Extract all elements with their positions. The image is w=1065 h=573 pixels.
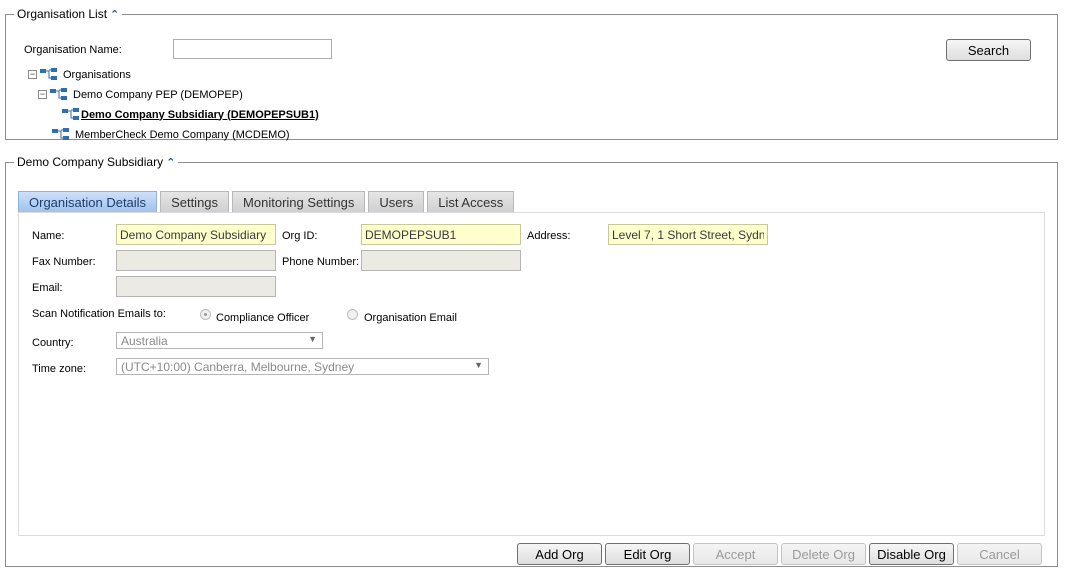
email-label: Email:: [32, 282, 63, 294]
organisation-list-title: Organisation List: [17, 7, 108, 21]
tree-label: Organisations: [63, 68, 131, 81]
tab-monitoring-settings[interactable]: Monitoring Settings: [232, 191, 366, 212]
organisation-email-radio[interactable]: [347, 309, 358, 320]
org-id-label: Org ID:: [282, 230, 318, 242]
disable-org-button[interactable]: Disable Org: [869, 543, 954, 565]
email-field[interactable]: [116, 276, 276, 297]
dropdown-caret-icon: ▼: [308, 334, 317, 344]
organisation-tree-icon: [40, 68, 57, 80]
organisation-name-input[interactable]: [173, 39, 332, 59]
address-field[interactable]: [608, 224, 768, 245]
collapse-toggle-icon[interactable]: −: [28, 70, 37, 79]
timezone-label: Time zone:: [32, 363, 87, 375]
collapse-toggle-icon[interactable]: −: [38, 90, 47, 99]
dropdown-caret-icon: ▼: [474, 360, 483, 370]
organisation-tree-icon: [62, 108, 79, 120]
tree-label: MemberCheck Demo Company (MCDEMO): [75, 128, 290, 141]
timezone-select[interactable]: (UTC+10:00) Canberra, Melbourne, Sydney …: [116, 358, 489, 375]
organisation-list-legend: Organisation List ⌃: [14, 7, 122, 21]
organisation-tree-icon: [50, 88, 67, 100]
compliance-officer-radio[interactable]: [200, 309, 211, 320]
cancel-button[interactable]: Cancel: [957, 543, 1042, 565]
collapse-icon[interactable]: ⌃: [110, 8, 119, 21]
tree-label-selected[interactable]: Demo Company Subsidiary (DEMOPEPSUB1): [81, 109, 319, 121]
fax-number-label: Fax Number:: [32, 256, 96, 268]
name-label: Name:: [32, 230, 65, 242]
tab-settings[interactable]: Settings: [160, 191, 230, 212]
phone-number-label: Phone Number:: [282, 256, 360, 268]
search-button[interactable]: Search: [946, 39, 1031, 61]
accept-button[interactable]: Accept: [693, 543, 778, 565]
name-field[interactable]: [116, 224, 276, 245]
organisation-list-panel: Organisation List ⌃ Organisation Name: S…: [5, 7, 1058, 141]
tab-list-access[interactable]: List Access: [427, 191, 515, 212]
organisation-name-label: Organisation Name:: [24, 44, 122, 56]
tree-label: Demo Company PEP (DEMOPEP): [73, 88, 243, 101]
organisation-details-form: Name: Org ID: Address: Fax Number: Phone…: [18, 212, 1045, 536]
edit-org-button[interactable]: Edit Org: [605, 543, 690, 565]
tab-bar: Organisation Details Settings Monitoring…: [18, 191, 517, 212]
organisation-detail-legend: Demo Company Subsidiary ⌃: [14, 155, 178, 169]
country-value: Australia: [121, 334, 168, 348]
collapse-icon[interactable]: ⌃: [166, 156, 175, 169]
tab-organisation-details[interactable]: Organisation Details: [18, 191, 158, 212]
add-org-button[interactable]: Add Org: [517, 543, 602, 565]
tree-item-demopepsub1[interactable]: Demo Company Subsidiary (DEMOPEPSUB1): [62, 108, 319, 121]
country-label: Country:: [32, 337, 74, 349]
organisation-email-label: Organisation Email: [364, 312, 457, 324]
phone-number-field[interactable]: [361, 250, 521, 271]
org-id-field[interactable]: [361, 224, 521, 245]
compliance-officer-label: Compliance Officer: [216, 312, 310, 324]
timezone-value: (UTC+10:00) Canberra, Melbourne, Sydney: [121, 360, 355, 374]
address-label: Address:: [527, 230, 571, 242]
scan-notification-label: Scan Notification Emails to:: [32, 308, 166, 320]
tree-item-mcdemo[interactable]: MemberCheck Demo Company (MCDEMO): [52, 128, 290, 141]
tree-item-demopep[interactable]: − Demo Company PEP (DEMOPEP): [38, 88, 243, 101]
delete-org-button[interactable]: Delete Org: [781, 543, 866, 565]
organisation-tree-icon: [52, 128, 69, 140]
tab-users[interactable]: Users: [368, 191, 425, 212]
organisation-detail-title: Demo Company Subsidiary: [17, 155, 164, 169]
organisation-detail-panel: Demo Company Subsidiary ⌃ Organisation D…: [5, 155, 1058, 567]
fax-number-field[interactable]: [116, 250, 276, 271]
tree-root[interactable]: − Organisations: [28, 68, 131, 81]
country-select[interactable]: Australia ▼: [116, 332, 323, 349]
